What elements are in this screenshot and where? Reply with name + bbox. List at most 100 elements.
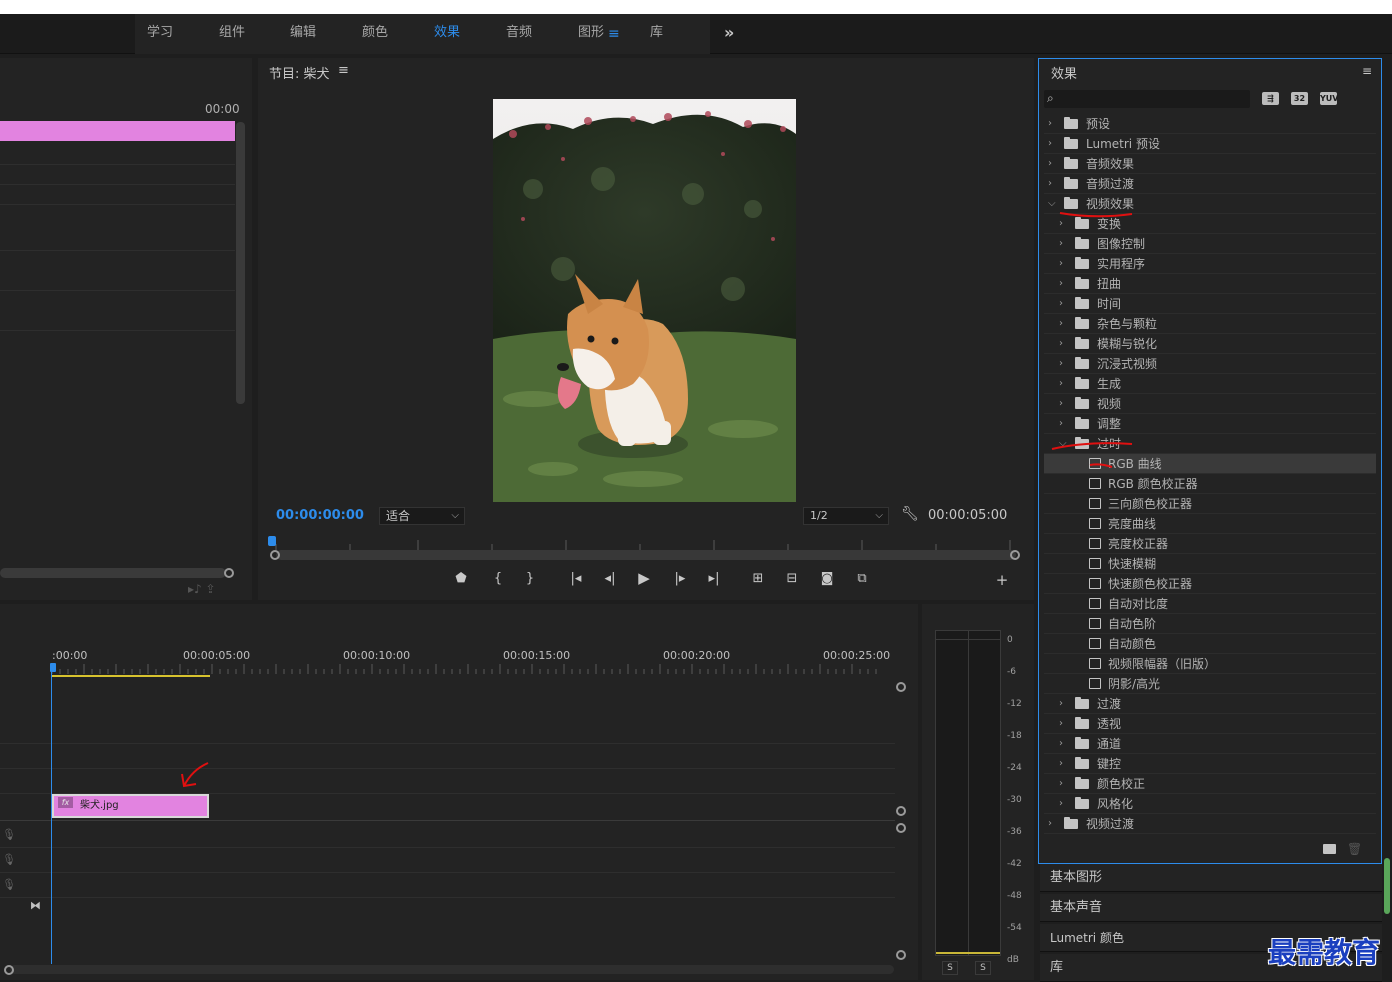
- scrub-end-handle[interactable]: [1010, 550, 1020, 560]
- effects-tree-item[interactable]: › Lumetri 预设: [1044, 134, 1376, 154]
- tab-editing[interactable]: 编辑: [290, 14, 316, 54]
- panel-essential-graphics[interactable]: 基本图形: [1040, 864, 1382, 892]
- scroll-handle[interactable]: [896, 950, 906, 960]
- effects-tree-item[interactable]: 自动颜色: [1044, 634, 1376, 654]
- step-back-icon[interactable]: ◂|: [600, 571, 620, 586]
- master-track-icon[interactable]: ⧓: [30, 899, 41, 912]
- microphone-icon[interactable]: 🎙︎: [2, 828, 16, 841]
- trash-icon[interactable]: 🗑︎: [1347, 842, 1362, 856]
- settings-wrench-icon[interactable]: 🔧︎: [901, 506, 919, 522]
- mark-in-icon[interactable]: {: [488, 571, 508, 586]
- chevron-right-icon[interactable]: ›: [1059, 714, 1063, 734]
- effects-tree-item[interactable]: 三向颜色校正器: [1044, 494, 1376, 514]
- effects-tree-item[interactable]: › 预设: [1044, 114, 1376, 134]
- 32bit-effects-icon[interactable]: 32: [1291, 92, 1308, 105]
- tab-color[interactable]: 颜色: [362, 14, 388, 54]
- mark-out-icon[interactable]: }: [520, 571, 540, 586]
- effects-tree-item[interactable]: 快速颜色校正器: [1044, 574, 1376, 594]
- tab-libraries[interactable]: 库: [650, 14, 663, 54]
- solo-left-button[interactable]: S: [942, 961, 958, 975]
- chevron-right-icon[interactable]: ›: [1048, 134, 1052, 154]
- compare-view-icon[interactable]: ⧉: [852, 571, 872, 586]
- export-frame-camera-icon[interactable]: ◙: [817, 571, 837, 586]
- effects-tree-item[interactable]: › 键控: [1044, 754, 1376, 774]
- workspace-overflow-button[interactable]: »: [724, 14, 734, 54]
- new-bin-folder-icon[interactable]: [1323, 844, 1336, 854]
- work-area-bar[interactable]: [52, 675, 210, 677]
- effects-tree-item[interactable]: › 音频效果: [1044, 154, 1376, 174]
- chevron-right-icon[interactable]: ›: [1048, 174, 1052, 194]
- side-panel-scrollbar[interactable]: [1384, 858, 1390, 914]
- chevron-right-icon[interactable]: ›: [1059, 694, 1063, 714]
- button-editor-plus-icon[interactable]: +: [992, 571, 1012, 589]
- step-forward-icon[interactable]: |▸: [670, 571, 690, 586]
- timeline-ruler[interactable]: [52, 662, 882, 676]
- add-marker-icon[interactable]: ⬟: [451, 571, 471, 586]
- timeline-clip[interactable]: [52, 794, 209, 818]
- yuv-effects-icon[interactable]: YUV: [1320, 92, 1338, 105]
- source-zoom-handle[interactable]: [224, 568, 234, 578]
- timeline-horizontal-scrollbar[interactable]: [10, 965, 894, 974]
- play-icon[interactable]: ▶: [634, 569, 654, 587]
- effects-search-input[interactable]: [1044, 90, 1250, 108]
- effects-tree-item[interactable]: › 颜色校正: [1044, 774, 1376, 794]
- extract-icon[interactable]: ⊟: [782, 571, 802, 586]
- tab-learn[interactable]: 学习: [147, 14, 173, 54]
- effects-tree-item[interactable]: › 透视: [1044, 714, 1376, 734]
- solo-right-button[interactable]: S: [975, 961, 991, 975]
- effects-tree-item[interactable]: › 视频过渡: [1044, 814, 1376, 834]
- tab-effects[interactable]: 效果: [434, 14, 460, 54]
- effects-panel-title[interactable]: 效果: [1051, 63, 1077, 82]
- microphone-icon[interactable]: 🎙︎: [2, 878, 16, 891]
- effects-tree-item[interactable]: RGB 颜色校正器: [1044, 474, 1376, 494]
- effects-tree-item[interactable]: › 音频过渡: [1044, 174, 1376, 194]
- effects-tree-item[interactable]: 亮度曲线: [1044, 514, 1376, 534]
- chevron-right-icon[interactable]: ›: [1059, 734, 1063, 754]
- chevron-right-icon[interactable]: ›: [1059, 794, 1063, 814]
- chevron-right-icon[interactable]: ›: [1059, 774, 1063, 794]
- scrub-start-handle[interactable]: [270, 550, 280, 560]
- tab-audio[interactable]: 音频: [506, 14, 532, 54]
- microphone-icon[interactable]: 🎙︎: [2, 853, 16, 866]
- zoom-fit-dropdown[interactable]: 适合 ⌵: [379, 507, 465, 525]
- lift-icon[interactable]: ⊞: [748, 571, 768, 586]
- effects-tree-item[interactable]: 视频限幅器（旧版）: [1044, 654, 1376, 674]
- source-vertical-scrollbar[interactable]: [236, 122, 245, 404]
- program-playhead[interactable]: [268, 536, 276, 546]
- program-menu-icon[interactable]: ≡: [338, 63, 349, 78]
- chevron-right-icon[interactable]: ›: [1048, 814, 1052, 834]
- accelerated-effects-icon[interactable]: ⇶: [1262, 92, 1279, 105]
- effects-tree-item[interactable]: 自动对比度: [1044, 594, 1376, 614]
- panel-essential-sound[interactable]: 基本声音: [1040, 894, 1382, 922]
- program-current-timecode[interactable]: 00:00:00:00: [276, 508, 364, 523]
- timeline-vertical-scrollbar[interactable]: [896, 682, 906, 961]
- chevron-right-icon[interactable]: ›: [1059, 754, 1063, 774]
- program-scrub-bar[interactable]: [276, 550, 1016, 560]
- effects-tree-item[interactable]: › 通道: [1044, 734, 1376, 754]
- tab-graphics[interactable]: 图形: [578, 14, 604, 54]
- source-export-icons[interactable]: ▸♪ ⇪: [188, 582, 216, 596]
- scroll-handle[interactable]: [896, 806, 906, 816]
- source-horizontal-scrollbar[interactable]: [0, 568, 226, 578]
- chevron-right-icon[interactable]: ›: [1048, 154, 1052, 174]
- go-to-in-icon[interactable]: |◂: [566, 571, 586, 586]
- timeline-playhead-line[interactable]: [51, 668, 52, 964]
- source-clip-bar[interactable]: [0, 121, 235, 141]
- effects-tree-item[interactable]: 阴影/高光: [1044, 674, 1376, 694]
- effects-tree-item[interactable]: 自动色阶: [1044, 614, 1376, 634]
- effects-tree-item[interactable]: › 过渡: [1044, 694, 1376, 714]
- playback-resolution-dropdown[interactable]: 1/2 ⌵: [803, 507, 889, 525]
- program-monitor-title[interactable]: 节目: 柴犬: [269, 63, 330, 82]
- timeline-zoom-handle[interactable]: [4, 965, 14, 975]
- effects-tree-item[interactable]: 快速模糊: [1044, 554, 1376, 574]
- chevron-right-icon[interactable]: ›: [1048, 114, 1052, 134]
- workspace-menu-icon[interactable]: ≡: [608, 14, 620, 54]
- scroll-handle[interactable]: [896, 682, 906, 692]
- tab-assembly[interactable]: 组件: [219, 14, 245, 54]
- effects-tree-item[interactable]: 亮度校正器: [1044, 534, 1376, 554]
- timeline-playhead[interactable]: [50, 663, 56, 672]
- effects-menu-icon[interactable]: ≡: [1362, 64, 1372, 78]
- effects-tree-item[interactable]: › 风格化: [1044, 794, 1376, 814]
- scroll-handle[interactable]: [896, 823, 906, 833]
- go-to-out-icon[interactable]: ▸|: [704, 571, 724, 586]
